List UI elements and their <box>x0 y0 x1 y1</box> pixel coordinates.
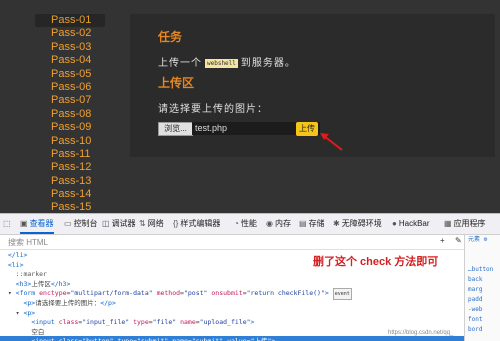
tab-accessibility[interactable]: ✱ 无障碍环境 <box>333 214 382 234</box>
tab-memory[interactable]: ◉ 内存 <box>266 214 291 234</box>
css-property: 元素 ⚙ <box>468 236 488 243</box>
tab-label: 存储 <box>308 219 325 228</box>
style-editor-icon: {} <box>173 219 179 228</box>
sidebar-item-pass-14[interactable]: Pass-14 <box>35 188 105 201</box>
debugger-icon: ◫ <box>102 219 110 228</box>
tab-console[interactable]: ▭ 控制台 <box>64 214 98 234</box>
tree-node[interactable]: <p>请选择要上传的图片：</p> <box>0 298 464 308</box>
sidebar-item-pass-03[interactable]: Pass-03 <box>35 41 105 54</box>
css-property: padd <box>468 296 483 303</box>
sidebar-item-pass-01[interactable]: Pass-01 <box>35 14 105 28</box>
tab-label: 无障碍环境 <box>341 219 382 228</box>
tab-label: 调试器 <box>111 219 136 228</box>
tab-application[interactable]: ▦ 应用程序 <box>444 214 486 234</box>
tab-label: 应用程序 <box>453 219 486 228</box>
tab-storage[interactable]: ▤ 存储 <box>299 214 325 234</box>
tab-performance[interactable]: ◔ 性能 <box>234 214 257 234</box>
tab-hackbar[interactable]: ● HackBar <box>392 214 430 234</box>
task-heading: 任务 <box>158 30 183 44</box>
css-property <box>465 255 500 265</box>
sidebar-item-pass-15[interactable]: Pass-15 <box>35 201 105 213</box>
tab-label: 网络 <box>147 219 164 228</box>
css-property <box>465 245 500 255</box>
application-icon: ▦ <box>444 219 452 228</box>
sidebar-item-pass-12[interactable]: Pass-12 <box>35 161 105 174</box>
css-property: back <box>468 276 483 283</box>
sidebar-item-pass-08[interactable]: Pass-08 <box>35 108 105 121</box>
add-node-icon[interactable]: + <box>440 236 445 245</box>
search-input[interactable]: 搜索 HTML <box>8 237 48 248</box>
page-viewport: Pass-01 Pass-02 Pass-03 Pass-04 Pass-05 Pass-… <box>0 0 500 213</box>
sidebar-item-pass-06[interactable]: Pass-06 <box>35 81 105 94</box>
accessibility-icon: ✱ <box>333 219 340 228</box>
tree-node[interactable]: ::marker <box>0 269 464 279</box>
eyedropper-icon[interactable]: ✎ <box>455 236 462 245</box>
tree-node[interactable]: ▾ <form enctype="multipart/form-data" me… <box>0 288 464 301</box>
memory-icon: ◉ <box>266 219 273 228</box>
upload-button[interactable]: 上传 <box>296 122 318 136</box>
sidebar-item-pass-11[interactable]: Pass-11 <box>35 148 105 161</box>
css-property: marg <box>468 286 483 293</box>
tab-style-editor[interactable]: {} 样式编辑器 <box>173 214 220 234</box>
tab-label: 内存 <box>274 219 291 228</box>
sidebar-item-pass-09[interactable]: Pass-09 <box>35 121 105 134</box>
annotation-text: 删了这个 check 方法即可 <box>313 256 439 268</box>
watermark: https://blog.csdn.net/qq_ <box>388 330 454 336</box>
sidebar-item-pass-04[interactable]: Pass-04 <box>35 54 105 67</box>
network-icon: ⇅ <box>139 219 146 228</box>
hackbar-icon: ● <box>392 219 397 228</box>
sidebar-item-pass-13[interactable]: Pass-13 <box>35 175 105 188</box>
tree-node[interactable]: ▾ <p> <box>0 308 464 318</box>
tab-inspector[interactable]: ▣ 查看器 <box>20 214 54 234</box>
sidebar-item-pass-10[interactable]: Pass-10 <box>35 135 105 148</box>
pick-element-icon[interactable]: ⬚ <box>3 214 11 234</box>
task-card: 任务 上传一个 webshell 到服务器。 上传区 请选择要上传的图片： 浏览..… <box>130 14 495 157</box>
upload-heading: 上传区 <box>158 76 195 90</box>
performance-icon: ◔ <box>234 219 239 228</box>
level-sidebar: Pass-01 Pass-02 Pass-03 Pass-04 Pass-05 Pass-… <box>35 14 105 213</box>
tab-label: 性能 <box>240 219 257 228</box>
css-property: -web <box>468 306 483 313</box>
tab-debugger[interactable]: ◫ 调试器 <box>102 214 136 234</box>
webshell-code: webshell <box>205 58 238 68</box>
storage-icon: ▤ <box>299 219 307 228</box>
css-property: bord <box>468 326 483 333</box>
browse-button[interactable]: 浏览... <box>158 122 193 136</box>
css-property: font <box>468 316 483 323</box>
tab-network[interactable]: ⇅ 网络 <box>139 214 164 234</box>
tree-node[interactable]: <input class="input_file" type="file" na… <box>0 317 464 327</box>
tree-node[interactable]: <input class="button" type="submit" name… <box>0 336 464 341</box>
select-prompt: 请选择要上传的图片： <box>158 104 268 115</box>
sidebar-item-pass-05[interactable]: Pass-05 <box>35 68 105 81</box>
tab-label: 查看器 <box>29 219 54 228</box>
sidebar-item-pass-07[interactable]: Pass-07 <box>35 94 105 107</box>
task-description: 上传一个 webshell 到服务器。 <box>158 58 296 69</box>
html-search-row: 搜索 HTML + ✎ <box>0 235 464 250</box>
rules-pane: 元素 ⚙ …button back marg padd -web font bord <box>464 235 500 341</box>
devtools-panel: ⬚ ⋯ ▣ 查看器 ▭ 控制台 ◫ 调试器 ⇅ 网络{} 样式编辑器 ◔ 性能 ◉ 内存 ▤ 存储 ✱ 无障碍环… <box>0 213 500 341</box>
tab-label: HackBar <box>398 219 430 228</box>
tab-label: 样式编辑器 <box>180 219 221 228</box>
css-property: …button <box>468 266 494 273</box>
tree-node[interactable]: <h3>上传区</h3> <box>0 279 464 289</box>
devtools-toolbar: ⬚ ⋯ ▣ 查看器 ▭ 控制台 ◫ 调试器 ⇅ 网络{} 样式编辑器 ◔ 性能 ◉ 内存 ▤ 存储 ✱ 无障碍环… <box>0 214 500 235</box>
inspector-icon: ▣ <box>20 219 28 228</box>
console-icon: ▭ <box>64 219 72 228</box>
sidebar-item-pass-02[interactable]: Pass-02 <box>35 27 105 40</box>
tab-label: 控制台 <box>73 219 98 228</box>
